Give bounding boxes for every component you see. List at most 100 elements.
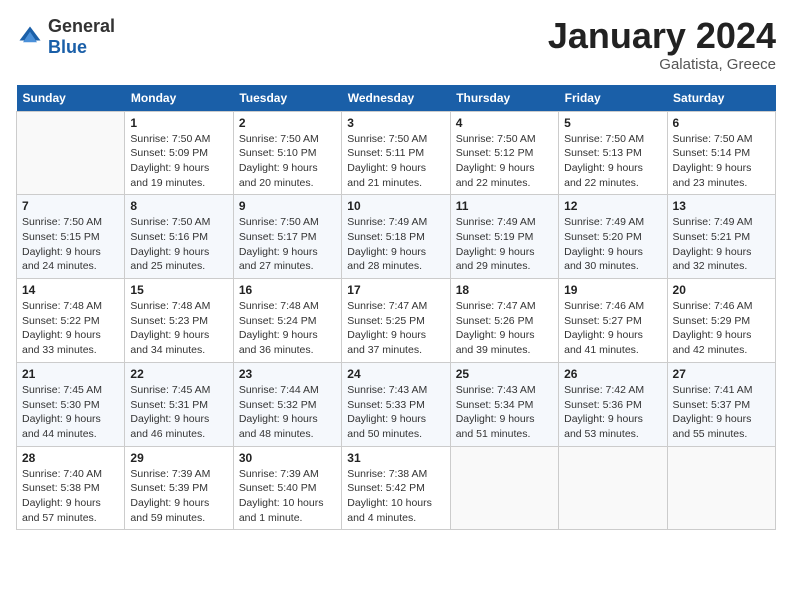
calendar-day-cell: 12 Sunrise: 7:49 AMSunset: 5:20 PMDaylig…	[559, 195, 667, 279]
day-info: Sunrise: 7:39 AMSunset: 5:39 PMDaylight:…	[130, 468, 210, 524]
day-info: Sunrise: 7:45 AMSunset: 5:30 PMDaylight:…	[22, 384, 102, 440]
day-info: Sunrise: 7:46 AMSunset: 5:29 PMDaylight:…	[673, 300, 753, 356]
day-number: 18	[456, 283, 553, 297]
calendar-day-cell: 15 Sunrise: 7:48 AMSunset: 5:23 PMDaylig…	[125, 279, 233, 363]
day-number: 10	[347, 199, 444, 213]
day-number: 24	[347, 367, 444, 381]
logo-icon	[16, 23, 44, 51]
day-number: 30	[239, 451, 336, 465]
day-number: 23	[239, 367, 336, 381]
day-number: 20	[673, 283, 770, 297]
day-number: 14	[22, 283, 119, 297]
day-number: 8	[130, 199, 227, 213]
calendar-day-cell: 19 Sunrise: 7:46 AMSunset: 5:27 PMDaylig…	[559, 279, 667, 363]
day-info: Sunrise: 7:42 AMSunset: 5:36 PMDaylight:…	[564, 384, 644, 440]
day-number: 9	[239, 199, 336, 213]
day-info: Sunrise: 7:45 AMSunset: 5:31 PMDaylight:…	[130, 384, 210, 440]
day-info: Sunrise: 7:50 AMSunset: 5:11 PMDaylight:…	[347, 133, 427, 189]
day-number: 4	[456, 116, 553, 130]
day-info: Sunrise: 7:50 AMSunset: 5:14 PMDaylight:…	[673, 133, 753, 189]
day-info: Sunrise: 7:50 AMSunset: 5:17 PMDaylight:…	[239, 216, 319, 272]
day-number: 11	[456, 199, 553, 213]
weekday-header-cell: Tuesday	[233, 85, 341, 112]
calendar-day-cell	[559, 446, 667, 530]
day-info: Sunrise: 7:50 AMSunset: 5:16 PMDaylight:…	[130, 216, 210, 272]
logo-general: General	[48, 16, 115, 36]
calendar-week-row: 28 Sunrise: 7:40 AMSunset: 5:38 PMDaylig…	[17, 446, 776, 530]
calendar-day-cell: 29 Sunrise: 7:39 AMSunset: 5:39 PMDaylig…	[125, 446, 233, 530]
calendar-day-cell: 25 Sunrise: 7:43 AMSunset: 5:34 PMDaylig…	[450, 362, 558, 446]
day-number: 22	[130, 367, 227, 381]
calendar-day-cell: 28 Sunrise: 7:40 AMSunset: 5:38 PMDaylig…	[17, 446, 125, 530]
day-number: 13	[673, 199, 770, 213]
weekday-header-cell: Wednesday	[342, 85, 450, 112]
day-number: 17	[347, 283, 444, 297]
day-number: 1	[130, 116, 227, 130]
calendar-day-cell: 30 Sunrise: 7:39 AMSunset: 5:40 PMDaylig…	[233, 446, 341, 530]
calendar-day-cell: 26 Sunrise: 7:42 AMSunset: 5:36 PMDaylig…	[559, 362, 667, 446]
calendar-day-cell: 20 Sunrise: 7:46 AMSunset: 5:29 PMDaylig…	[667, 279, 775, 363]
day-info: Sunrise: 7:50 AMSunset: 5:15 PMDaylight:…	[22, 216, 102, 272]
day-number: 16	[239, 283, 336, 297]
day-info: Sunrise: 7:49 AMSunset: 5:18 PMDaylight:…	[347, 216, 427, 272]
weekday-header-row: SundayMondayTuesdayWednesdayThursdayFrid…	[17, 85, 776, 112]
weekday-header-cell: Friday	[559, 85, 667, 112]
day-number: 2	[239, 116, 336, 130]
calendar-body: 1 Sunrise: 7:50 AMSunset: 5:09 PMDayligh…	[17, 111, 776, 530]
day-number: 31	[347, 451, 444, 465]
logo-blue: Blue	[48, 37, 87, 57]
calendar-day-cell: 10 Sunrise: 7:49 AMSunset: 5:18 PMDaylig…	[342, 195, 450, 279]
day-info: Sunrise: 7:49 AMSunset: 5:19 PMDaylight:…	[456, 216, 536, 272]
calendar-day-cell: 1 Sunrise: 7:50 AMSunset: 5:09 PMDayligh…	[125, 111, 233, 195]
day-info: Sunrise: 7:50 AMSunset: 5:13 PMDaylight:…	[564, 133, 644, 189]
day-info: Sunrise: 7:48 AMSunset: 5:23 PMDaylight:…	[130, 300, 210, 356]
day-number: 19	[564, 283, 661, 297]
page-header: General Blue January 2024 Galatista, Gre…	[16, 16, 776, 73]
day-info: Sunrise: 7:50 AMSunset: 5:12 PMDaylight:…	[456, 133, 536, 189]
day-info: Sunrise: 7:49 AMSunset: 5:20 PMDaylight:…	[564, 216, 644, 272]
logo: General Blue	[16, 16, 115, 58]
day-number: 5	[564, 116, 661, 130]
calendar-day-cell: 7 Sunrise: 7:50 AMSunset: 5:15 PMDayligh…	[17, 195, 125, 279]
day-info: Sunrise: 7:47 AMSunset: 5:26 PMDaylight:…	[456, 300, 536, 356]
calendar-week-row: 7 Sunrise: 7:50 AMSunset: 5:15 PMDayligh…	[17, 195, 776, 279]
day-info: Sunrise: 7:46 AMSunset: 5:27 PMDaylight:…	[564, 300, 644, 356]
day-info: Sunrise: 7:50 AMSunset: 5:09 PMDaylight:…	[130, 133, 210, 189]
day-info: Sunrise: 7:43 AMSunset: 5:34 PMDaylight:…	[456, 384, 536, 440]
day-info: Sunrise: 7:40 AMSunset: 5:38 PMDaylight:…	[22, 468, 102, 524]
day-number: 12	[564, 199, 661, 213]
title-block: January 2024 Galatista, Greece	[548, 16, 776, 73]
calendar-week-row: 14 Sunrise: 7:48 AMSunset: 5:22 PMDaylig…	[17, 279, 776, 363]
calendar-week-row: 1 Sunrise: 7:50 AMSunset: 5:09 PMDayligh…	[17, 111, 776, 195]
calendar-day-cell: 11 Sunrise: 7:49 AMSunset: 5:19 PMDaylig…	[450, 195, 558, 279]
day-number: 27	[673, 367, 770, 381]
calendar-day-cell: 14 Sunrise: 7:48 AMSunset: 5:22 PMDaylig…	[17, 279, 125, 363]
calendar-day-cell: 8 Sunrise: 7:50 AMSunset: 5:16 PMDayligh…	[125, 195, 233, 279]
calendar-day-cell: 22 Sunrise: 7:45 AMSunset: 5:31 PMDaylig…	[125, 362, 233, 446]
calendar-day-cell: 16 Sunrise: 7:48 AMSunset: 5:24 PMDaylig…	[233, 279, 341, 363]
weekday-header-cell: Saturday	[667, 85, 775, 112]
calendar-day-cell: 3 Sunrise: 7:50 AMSunset: 5:11 PMDayligh…	[342, 111, 450, 195]
day-number: 29	[130, 451, 227, 465]
day-info: Sunrise: 7:47 AMSunset: 5:25 PMDaylight:…	[347, 300, 427, 356]
day-number: 3	[347, 116, 444, 130]
calendar-day-cell: 27 Sunrise: 7:41 AMSunset: 5:37 PMDaylig…	[667, 362, 775, 446]
calendar-day-cell: 21 Sunrise: 7:45 AMSunset: 5:30 PMDaylig…	[17, 362, 125, 446]
weekday-header-cell: Sunday	[17, 85, 125, 112]
day-info: Sunrise: 7:48 AMSunset: 5:24 PMDaylight:…	[239, 300, 319, 356]
calendar-day-cell: 4 Sunrise: 7:50 AMSunset: 5:12 PMDayligh…	[450, 111, 558, 195]
calendar-day-cell	[17, 111, 125, 195]
calendar-day-cell: 18 Sunrise: 7:47 AMSunset: 5:26 PMDaylig…	[450, 279, 558, 363]
weekday-header-cell: Monday	[125, 85, 233, 112]
day-number: 15	[130, 283, 227, 297]
day-info: Sunrise: 7:50 AMSunset: 5:10 PMDaylight:…	[239, 133, 319, 189]
day-info: Sunrise: 7:44 AMSunset: 5:32 PMDaylight:…	[239, 384, 319, 440]
month-title: January 2024	[548, 16, 776, 56]
calendar-day-cell: 13 Sunrise: 7:49 AMSunset: 5:21 PMDaylig…	[667, 195, 775, 279]
day-info: Sunrise: 7:43 AMSunset: 5:33 PMDaylight:…	[347, 384, 427, 440]
calendar-day-cell: 31 Sunrise: 7:38 AMSunset: 5:42 PMDaylig…	[342, 446, 450, 530]
calendar-day-cell: 17 Sunrise: 7:47 AMSunset: 5:25 PMDaylig…	[342, 279, 450, 363]
day-number: 7	[22, 199, 119, 213]
calendar-day-cell: 24 Sunrise: 7:43 AMSunset: 5:33 PMDaylig…	[342, 362, 450, 446]
day-number: 21	[22, 367, 119, 381]
